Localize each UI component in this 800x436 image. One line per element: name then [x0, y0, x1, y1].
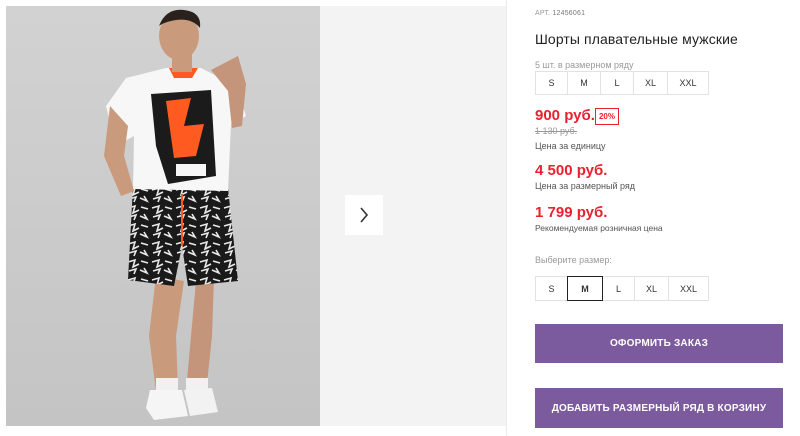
- pack-size-list: S M L XL XXL: [535, 71, 709, 95]
- size-picker: S M L XL XXL: [535, 276, 709, 301]
- pack-note: 5 шт. в размерном ряду: [535, 60, 634, 70]
- article-number: 12456061: [552, 10, 586, 17]
- size-option-xl[interactable]: XL: [634, 276, 669, 301]
- gallery-next-button[interactable]: [345, 195, 383, 235]
- pack-size-s: S: [535, 71, 568, 95]
- size-option-m[interactable]: M: [567, 276, 603, 301]
- pack-size-xxl: XXL: [667, 71, 709, 95]
- size-option-xxl[interactable]: XXL: [668, 276, 709, 301]
- product-gallery: [0, 0, 506, 436]
- rrp-price: 1 799 руб.: [535, 204, 608, 221]
- unit-price-label: Цена за единицу: [535, 141, 606, 151]
- size-picker-label: Выберите размер:: [535, 255, 612, 265]
- pack-price: 4 500 руб.: [535, 162, 608, 179]
- chevron-right-icon: [360, 207, 369, 223]
- size-option-s[interactable]: S: [535, 276, 568, 301]
- rrp-label: Рекомендуемая розничная цена: [535, 223, 663, 233]
- pack-size-l: L: [600, 71, 634, 95]
- product-title: Шорты плавательные мужские: [535, 31, 738, 47]
- add-to-cart-button[interactable]: Добавить размерный ряд в корзину: [535, 388, 783, 428]
- pack-price-label: Цена за размерный ряд: [535, 181, 636, 191]
- pack-size-xl: XL: [633, 71, 668, 95]
- size-option-l[interactable]: L: [602, 276, 635, 301]
- product-photo: [6, 6, 320, 426]
- pack-size-m: M: [567, 71, 601, 95]
- article-label: АРТ.: [535, 10, 551, 17]
- old-price: 1 130 руб.: [535, 126, 578, 136]
- discount-badge: 20%: [595, 108, 619, 125]
- panel-divider: [506, 0, 507, 436]
- current-price: 900 руб.: [535, 107, 595, 124]
- article-code: АРТ. 12456061: [535, 10, 585, 17]
- order-button[interactable]: Оформить заказ: [535, 324, 783, 363]
- model-illustration: [6, 6, 320, 426]
